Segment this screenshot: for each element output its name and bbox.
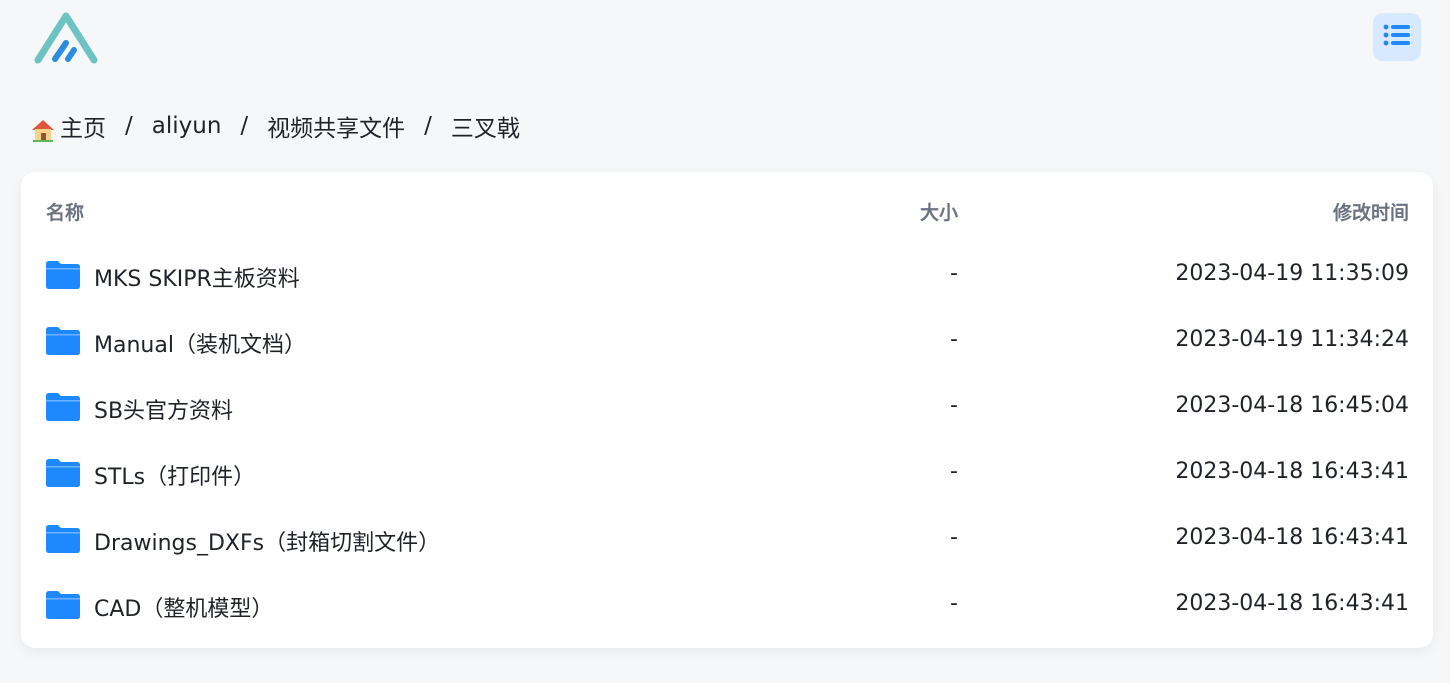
file-modified-time: 2023-04-18 16:43:41 xyxy=(1175,591,1409,616)
folder-icon xyxy=(46,261,80,289)
column-name-header[interactable]: 名称 xyxy=(46,198,84,225)
breadcrumb-aliyun[interactable]: aliyun xyxy=(152,113,222,139)
file-name[interactable]: MKS SKIPR主板资料 xyxy=(94,261,300,293)
folder-icon xyxy=(46,459,80,487)
file-list-card: 名称 大小 修改时间 MKS SKIPR主板资料 - 2023-04-19 11… xyxy=(21,172,1433,648)
file-size: - xyxy=(950,261,958,286)
file-modified-time: 2023-04-19 11:35:09 xyxy=(1175,261,1409,286)
logo-icon[interactable] xyxy=(34,10,98,66)
file-modified-time: 2023-04-19 11:34:24 xyxy=(1175,327,1409,352)
file-modified-time: 2023-04-18 16:43:41 xyxy=(1175,525,1409,550)
file-size: - xyxy=(950,459,958,484)
file-name[interactable]: Drawings_DXFs（封箱切割文件） xyxy=(94,525,440,557)
breadcrumb-separator: / xyxy=(125,113,133,139)
menu-button[interactable] xyxy=(1373,13,1421,61)
list-icon xyxy=(1383,23,1411,51)
breadcrumb-separator: / xyxy=(240,113,249,139)
table-row[interactable]: Manual（装机文档） - 2023-04-19 11:34:24 xyxy=(21,311,1433,377)
file-name[interactable]: STLs（打印件） xyxy=(94,459,255,491)
column-size-header[interactable]: 大小 xyxy=(920,198,958,225)
folder-icon xyxy=(46,525,80,553)
table-row[interactable]: STLs（打印件） - 2023-04-18 16:43:41 xyxy=(21,443,1433,509)
breadcrumb: 主页 / aliyun / 视频共享文件 / 三叉戟 xyxy=(30,108,520,144)
breadcrumb-home[interactable]: 主页 xyxy=(30,109,106,143)
table-row[interactable]: MKS SKIPR主板资料 - 2023-04-19 11:35:09 xyxy=(21,245,1433,311)
file-size: - xyxy=(950,327,958,352)
top-bar xyxy=(0,0,1450,80)
file-list: MKS SKIPR主板资料 - 2023-04-19 11:35:09 Manu… xyxy=(21,245,1433,641)
table-header: 名称 大小 修改时间 xyxy=(21,198,1433,228)
breadcrumb-separator: / xyxy=(424,113,432,139)
breadcrumb-home-label: 主页 xyxy=(60,116,106,142)
table-row[interactable]: SB头官方资料 - 2023-04-18 16:45:04 xyxy=(21,377,1433,443)
file-name[interactable]: Manual（装机文档） xyxy=(94,327,306,359)
file-size: - xyxy=(950,393,958,418)
file-modified-time: 2023-04-18 16:43:41 xyxy=(1175,459,1409,484)
folder-icon xyxy=(46,327,80,355)
file-size: - xyxy=(950,591,958,616)
file-name[interactable]: SB头官方资料 xyxy=(94,393,233,425)
table-row[interactable]: Drawings_DXFs（封箱切割文件） - 2023-04-18 16:43… xyxy=(21,509,1433,575)
table-row[interactable]: CAD（整机模型） - 2023-04-18 16:43:41 xyxy=(21,575,1433,641)
folder-icon xyxy=(46,591,80,619)
column-time-header[interactable]: 修改时间 xyxy=(1333,198,1409,225)
breadcrumb-video-share[interactable]: 视频共享文件 xyxy=(267,109,405,143)
file-name[interactable]: CAD（整机模型） xyxy=(94,591,273,623)
file-size: - xyxy=(950,525,958,550)
home-icon xyxy=(30,117,56,143)
file-modified-time: 2023-04-18 16:45:04 xyxy=(1175,393,1409,418)
breadcrumb-current[interactable]: 三叉戟 xyxy=(451,109,520,143)
folder-icon xyxy=(46,393,80,421)
